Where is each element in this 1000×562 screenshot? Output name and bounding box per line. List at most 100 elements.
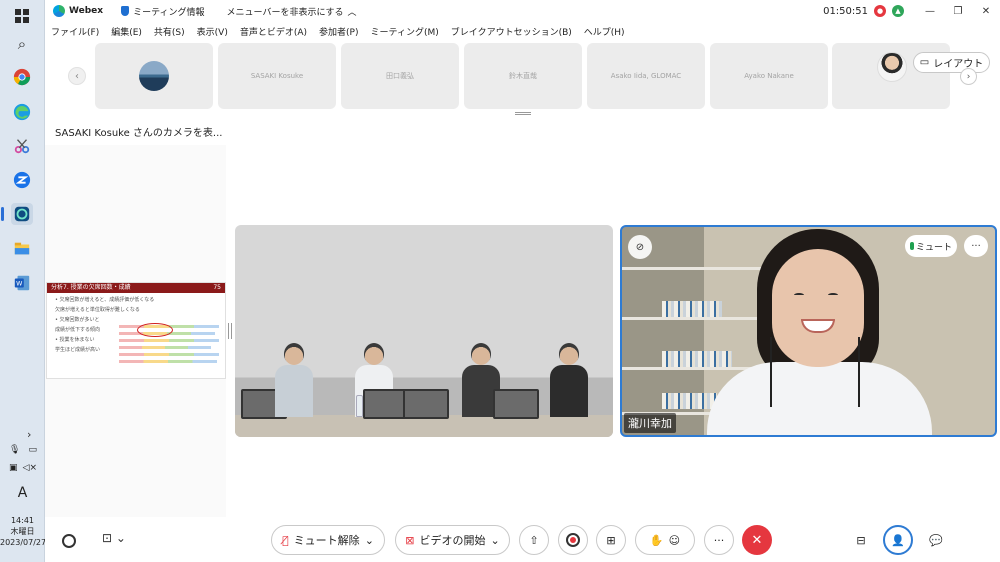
share-icon: ⇧	[529, 533, 539, 547]
restore-button[interactable]: ❐	[944, 0, 972, 22]
chevron-up-icon: ︿	[347, 7, 357, 18]
zoom-icon[interactable]	[11, 169, 33, 191]
bookshelf-board	[622, 317, 762, 320]
menu-view[interactable]: 表示(V)	[197, 25, 228, 38]
layout-panel-button[interactable]: ⊟	[846, 525, 876, 555]
participant-more-button[interactable]: ···	[964, 235, 988, 257]
participant-tile[interactable]: Asako Iida, GLOMAC	[587, 43, 705, 109]
shelf-books	[662, 301, 722, 317]
speaker-name-tag: 瀧川幸加	[624, 413, 676, 433]
chat-button[interactable]: 💬	[921, 525, 951, 555]
room-laptop	[493, 389, 539, 419]
earphone-cable	[770, 337, 772, 407]
shelf-books	[662, 351, 732, 367]
chevron-down-icon[interactable]: ⌄	[365, 534, 374, 547]
slide-text-line: • 授業を休まない	[55, 337, 95, 343]
raise-hand-reactions-button[interactable]: ✋ ☺	[635, 525, 695, 555]
record-icon	[566, 533, 580, 547]
minimize-button[interactable]: —	[916, 0, 944, 22]
word-icon[interactable]: W	[11, 272, 33, 294]
participant-tile[interactable]: SASAKI Kosuke	[218, 43, 336, 109]
file-explorer-icon[interactable]	[11, 238, 33, 260]
participant-filmstrip: ‹ SASAKI Kosuke 田口義弘 鈴木直哉 Asako Iida, GL…	[45, 40, 1000, 115]
tray-row-2: ▣ ◁×	[9, 463, 37, 477]
edge-icon[interactable]	[11, 101, 33, 123]
speaker-eye	[828, 293, 838, 297]
title-bar: Webex ミーティング情報 メニューバーを非表示にする ︿ 01:50:51 …	[45, 0, 1000, 22]
participant-tile[interactable]	[95, 43, 213, 109]
windows-start-icon[interactable]	[11, 5, 33, 27]
participant-tile[interactable]: Ayako Nakane	[710, 43, 828, 109]
menu-edit[interactable]: 編集(E)	[111, 25, 142, 38]
apps-button[interactable]: ⊞	[596, 525, 626, 555]
filmstrip-prev-button[interactable]: ‹	[68, 67, 86, 85]
menu-help[interactable]: ヘルプ(H)	[584, 25, 625, 38]
slide-chart-bar	[119, 353, 219, 356]
recording-indicator-icon[interactable]: ●	[874, 5, 886, 17]
bookshelf-board	[622, 367, 762, 370]
unmute-label: ミュート解除	[293, 534, 360, 547]
webex-icon[interactable]	[11, 203, 33, 225]
snipping-tool-icon[interactable]	[11, 135, 33, 157]
self-avatar[interactable]	[877, 52, 907, 82]
more-options-button[interactable]: ···	[704, 525, 734, 555]
slide-title: 分析7. 授業の欠席回数・成績	[51, 284, 131, 291]
bookshelf-board	[622, 267, 762, 270]
share-content-button[interactable]: ⇧	[519, 525, 549, 555]
taskbar-expand-icon[interactable]: ›	[27, 428, 31, 441]
clock-day: 木曜日	[10, 527, 35, 536]
ime-indicator[interactable]: A	[0, 485, 45, 501]
tray-row-1: 🎙 ▭	[9, 445, 37, 459]
battery-icon[interactable]: ▭	[28, 445, 37, 459]
panels-icon: ⊟	[856, 533, 866, 547]
chrome-icon[interactable]	[11, 66, 33, 88]
shared-slide[interactable]: 分析7. 授業の欠席回数・成績 75 • 欠席回数が増えると、成績評価が低くなる…	[46, 282, 226, 379]
menu-breakout[interactable]: ブレイクアウトセッション(B)	[451, 25, 572, 38]
participant-tile[interactable]: 田口義弘	[341, 43, 459, 109]
chevron-down-icon[interactable]: ⌄	[491, 534, 500, 547]
meeting-info-button[interactable]: ミーティング情報	[121, 5, 205, 18]
close-icon: ✕	[751, 532, 763, 548]
unmute-button[interactable]: 🎙̸ ミュート解除 ⌄	[271, 525, 385, 555]
captions-icon[interactable]: ⊡ ⌄	[102, 531, 126, 545]
leave-meeting-button[interactable]: ✕	[742, 525, 772, 555]
layout-icon: ▭	[919, 57, 930, 68]
layout-button[interactable]: ▭ レイアウト	[913, 52, 990, 73]
connection-status-icon[interactable]: ▲	[892, 5, 904, 17]
unpin-icon[interactable]: ⊘	[628, 235, 652, 259]
speaker-muted-icon[interactable]: ◁×	[23, 463, 37, 477]
participants-button[interactable]: 👤	[883, 525, 913, 555]
slide-text-line: • 欠席回数が多いと	[55, 317, 100, 323]
menu-participants[interactable]: 参加者(P)	[319, 25, 358, 38]
menu-file[interactable]: ファイル(F)	[51, 25, 99, 38]
network-icon[interactable]: ▣	[9, 463, 18, 477]
menu-share[interactable]: 共有(S)	[154, 25, 185, 38]
active-speaker-tile[interactable]: ⊘ ミュート ··· 瀧川幸加	[620, 225, 997, 437]
start-video-button[interactable]: ⊠ ビデオの開始 ⌄	[395, 525, 510, 555]
search-icon[interactable]: ⌕	[11, 33, 33, 55]
room-person	[275, 343, 313, 417]
menu-audio-video[interactable]: 音声とビデオ(A)	[240, 25, 307, 38]
hide-menubar-button[interactable]: メニューバーを非表示にする ︿	[227, 5, 357, 18]
participant-tile[interactable]: 鈴木直哉	[464, 43, 582, 109]
participant-mute-button[interactable]: ミュート	[905, 235, 957, 257]
filmstrip-next-button[interactable]: ›	[960, 68, 977, 85]
taskbar-clock[interactable]: 14:41 木曜日 2023/07/27	[0, 515, 46, 548]
microphone-icon[interactable]: 🎙	[9, 445, 20, 459]
slide-text-line: 成績が低下する傾向	[55, 327, 101, 333]
slide-annotation-circle	[137, 323, 173, 337]
speaker-face	[772, 249, 864, 367]
slide-chart-bar	[119, 339, 219, 342]
slide-chart	[119, 315, 223, 375]
apps-grid-icon: ⊞	[606, 533, 616, 547]
reactions-icon[interactable]: ☺	[669, 534, 680, 547]
record-button[interactable]	[558, 525, 588, 555]
speaker-shirt	[707, 362, 932, 435]
raise-hand-icon[interactable]: ✋	[650, 534, 664, 547]
filmstrip-resize-handle[interactable]	[515, 112, 531, 115]
room-video-tile[interactable]	[235, 225, 613, 437]
menu-meeting[interactable]: ミーティング(M)	[371, 25, 439, 38]
panel-splitter[interactable]	[228, 323, 232, 339]
status-circle-icon[interactable]	[62, 534, 76, 548]
close-button[interactable]: ✕	[972, 0, 1000, 22]
